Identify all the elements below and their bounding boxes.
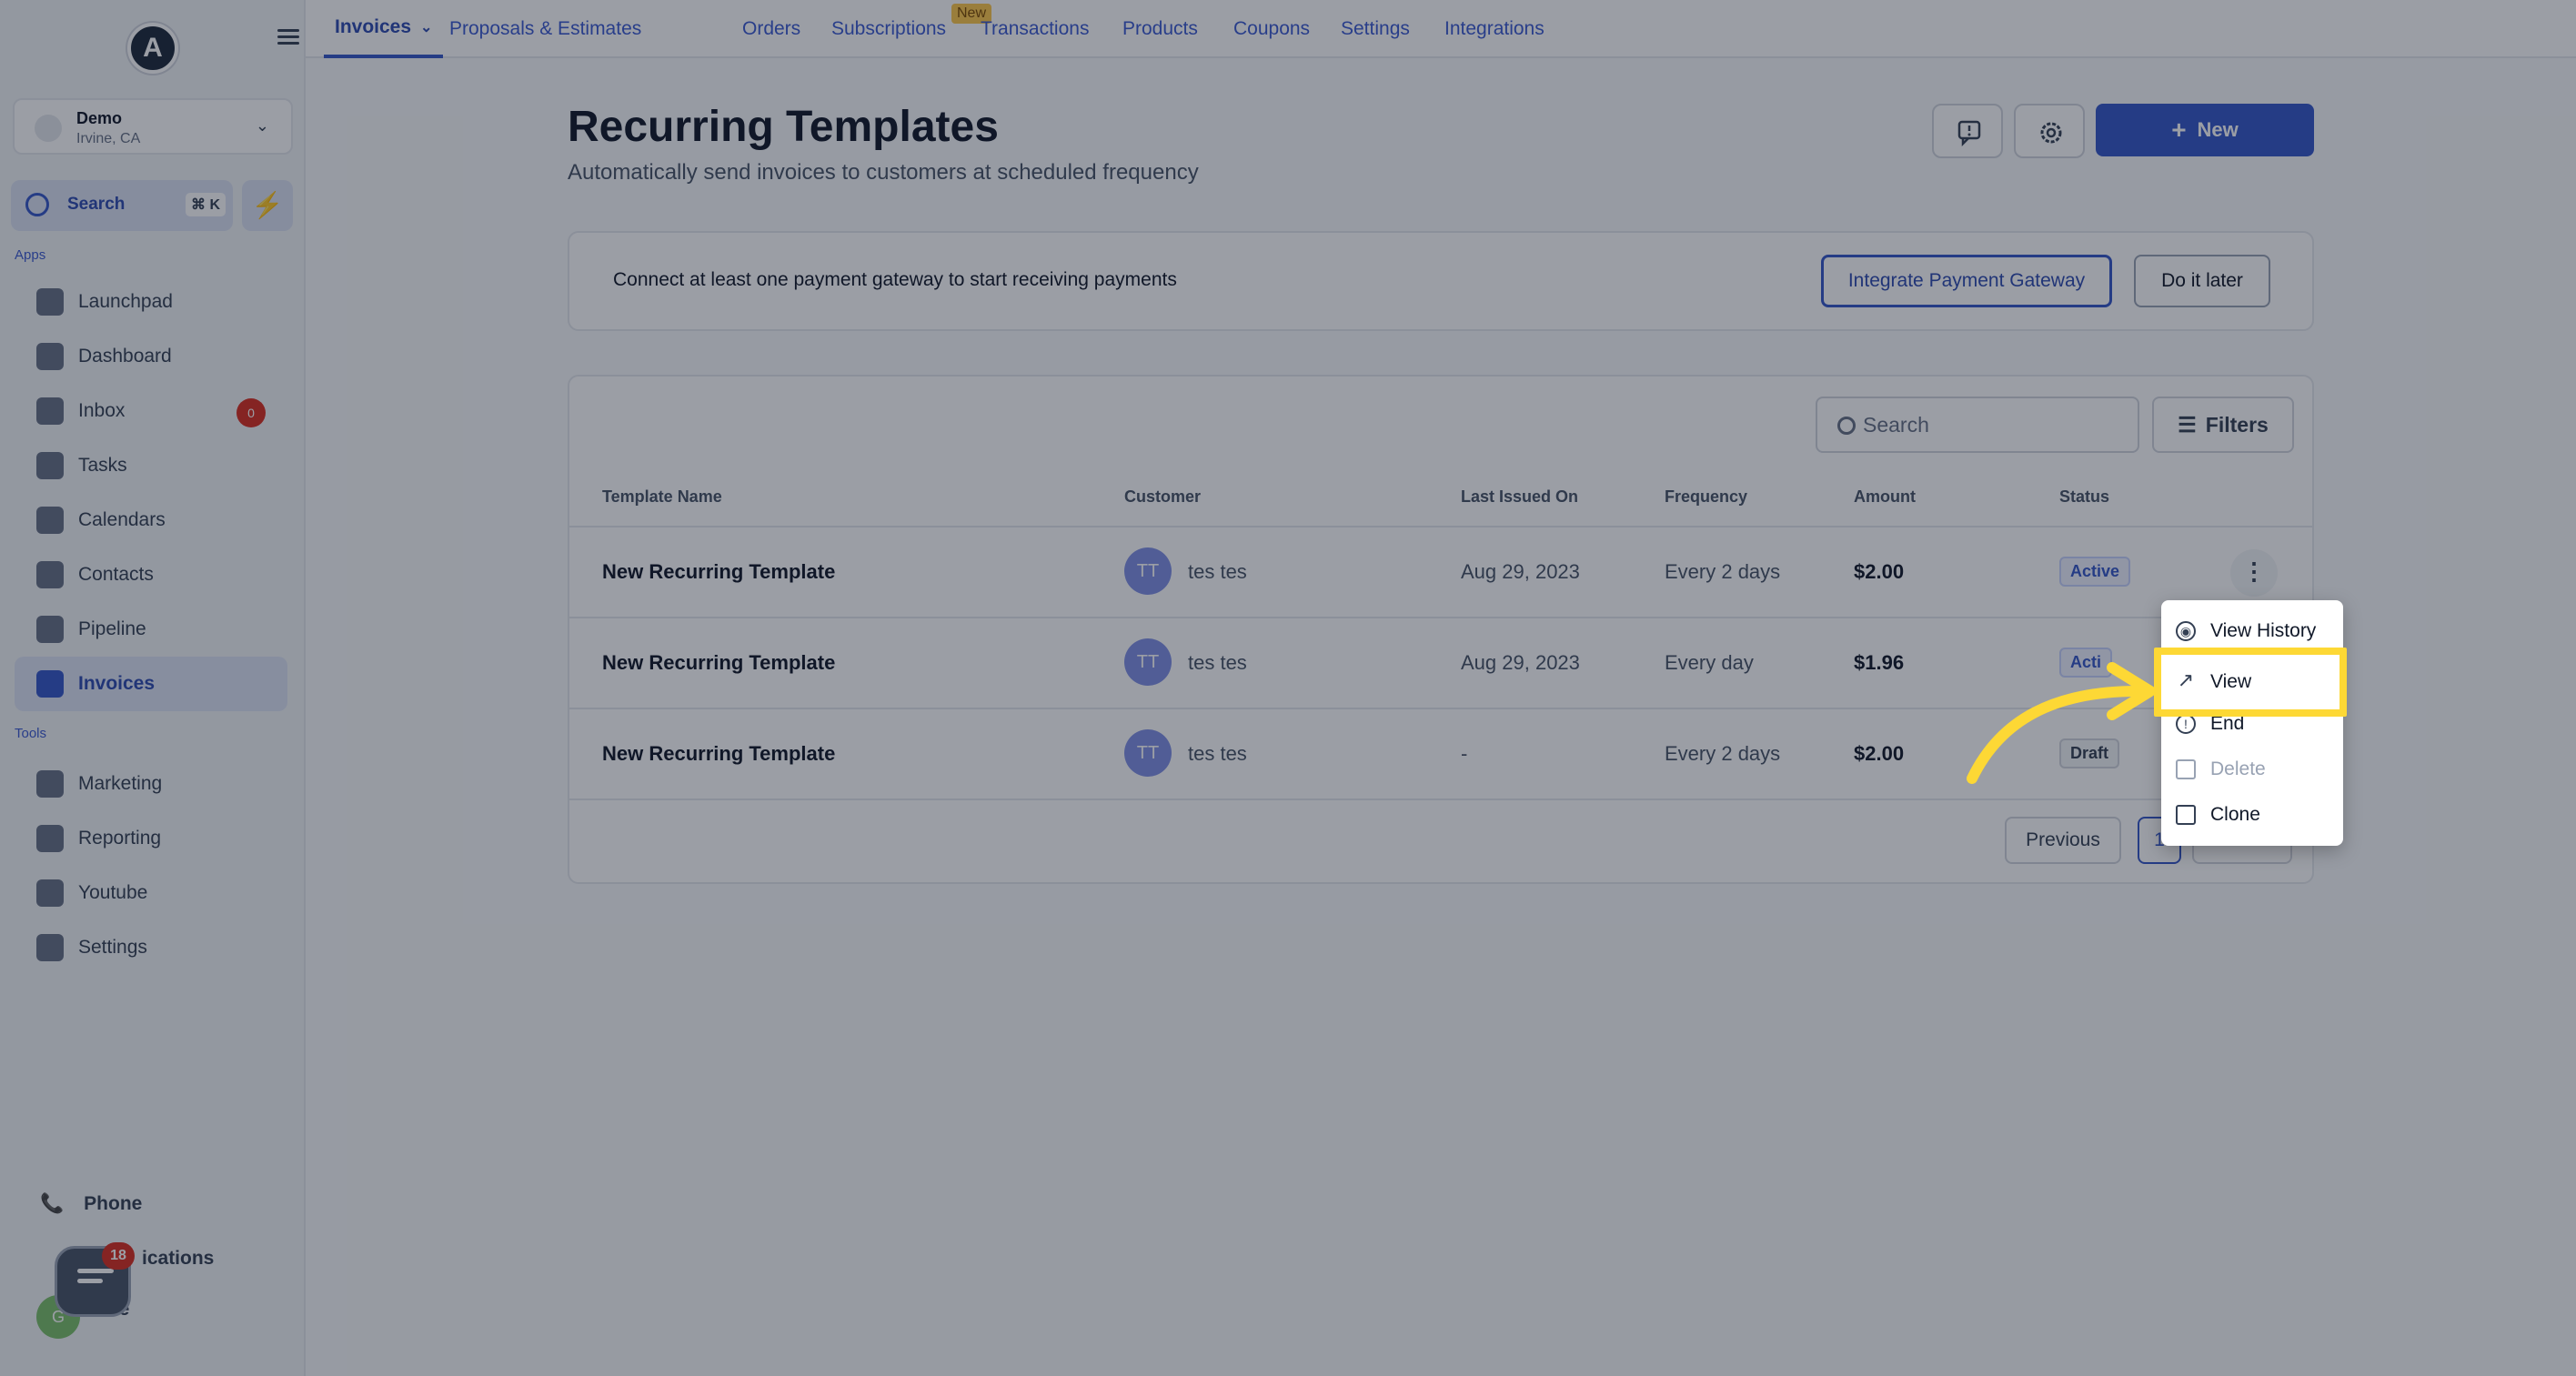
row-actions-menu: ◉ View History ! End Delete Clone	[2161, 600, 2343, 846]
trash-icon	[2176, 759, 2196, 779]
menu-item-delete: Delete	[2161, 748, 2343, 791]
stop-circle-icon: !	[2176, 714, 2196, 734]
menu-item-clone[interactable]: Clone	[2161, 793, 2343, 837]
eye-icon: ◉	[2176, 621, 2196, 641]
copy-icon	[2176, 805, 2196, 825]
menu-item-view-history[interactable]: ◉ View History	[2161, 609, 2343, 653]
tutorial-highlight-box	[2154, 648, 2347, 717]
tutorial-arrow-icon	[1967, 662, 2156, 784]
